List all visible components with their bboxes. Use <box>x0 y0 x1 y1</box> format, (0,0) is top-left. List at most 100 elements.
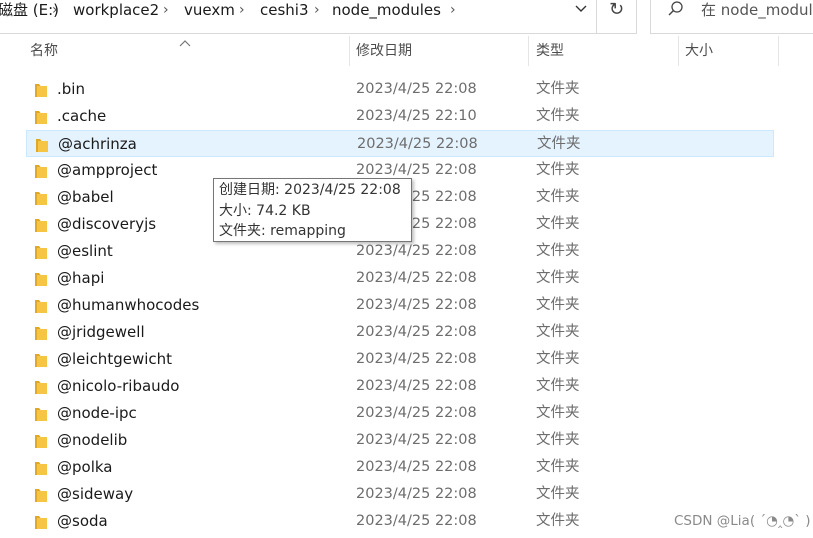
file-name: @discoveryjs <box>57 215 157 233</box>
column-divider[interactable] <box>528 36 529 66</box>
file-type: 文件夹 <box>536 297 580 313</box>
folder-icon <box>34 190 48 206</box>
folder-icon <box>34 325 48 341</box>
search-input[interactable]: 在 node_modul <box>650 0 813 34</box>
file-row[interactable]: @nicolo-ribaudo 2023/4/25 22:08 文件夹 <box>26 373 774 400</box>
file-row[interactable]: @node-ipc 2023/4/25 22:08 文件夹 <box>26 400 774 427</box>
file-name: @babel <box>57 188 114 206</box>
file-date: 2023/4/25 22:08 <box>356 459 477 475</box>
breadcrumb-separator-icon[interactable]: › <box>450 0 456 20</box>
file-name: @hapi <box>57 269 105 287</box>
sort-ascending-icon <box>178 34 192 47</box>
folder-tooltip: 创建日期: 2023/4/25 22:08 大小: 74.2 KB 文件夹: r… <box>213 178 412 242</box>
breadcrumb-drive[interactable]: 磁盘 (E:) <box>0 0 59 20</box>
folder-icon <box>34 433 48 449</box>
file-row[interactable]: @achrinza 2023/4/25 22:08 文件夹 <box>26 130 774 157</box>
breadcrumb-separator-icon[interactable]: › <box>52 0 58 20</box>
file-date: 2023/4/25 22:08 <box>356 351 477 367</box>
file-date: 2023/4/25 22:10 <box>356 108 477 124</box>
file-type: 文件夹 <box>537 136 581 152</box>
folder-icon <box>34 352 48 368</box>
refresh-icon: ↻ <box>608 0 625 20</box>
file-date: 2023/4/25 22:08 <box>356 432 477 448</box>
file-name: @soda <box>57 512 108 530</box>
breadcrumb-separator-icon[interactable]: › <box>314 0 320 20</box>
file-row[interactable]: @nodelib 2023/4/25 22:08 文件夹 <box>26 427 774 454</box>
file-type: 文件夹 <box>536 513 580 529</box>
column-divider[interactable] <box>349 36 350 66</box>
folder-icon <box>34 217 48 233</box>
file-row[interactable]: @sideway 2023/4/25 22:08 文件夹 <box>26 481 774 508</box>
search-icon <box>667 0 685 20</box>
folder-icon <box>34 514 48 530</box>
file-type: 文件夹 <box>536 189 580 205</box>
file-name: @nodelib <box>57 431 128 449</box>
refresh-button[interactable]: ↻ <box>597 0 637 34</box>
column-divider[interactable] <box>678 36 679 66</box>
file-row[interactable]: @soda 2023/4/25 22:08 文件夹 <box>26 508 774 535</box>
chevron-down-icon[interactable] <box>572 0 590 20</box>
file-date: 2023/4/25 22:08 <box>356 513 477 529</box>
file-row[interactable]: @eslint 2023/4/25 22:08 文件夹 <box>26 238 774 265</box>
folder-icon <box>34 163 48 179</box>
file-row[interactable]: @humanwhocodes 2023/4/25 22:08 文件夹 <box>26 292 774 319</box>
breadcrumb-workplace2[interactable]: workplace2 <box>73 0 159 20</box>
file-type: 文件夹 <box>536 162 580 178</box>
file-name: @achrinza <box>58 135 137 153</box>
folder-icon <box>34 379 48 395</box>
file-type: 文件夹 <box>536 486 580 502</box>
tooltip-created: 创建日期: 2023/4/25 22:08 <box>219 182 401 198</box>
tooltip-folders: 文件夹: remapping <box>219 223 346 239</box>
column-header-name[interactable]: 名称 <box>30 40 58 62</box>
file-type: 文件夹 <box>536 243 580 259</box>
file-name: @nicolo-ribaudo <box>57 377 180 395</box>
address-bar[interactable]: 磁盘 (E:) › workplace2 › vuexm › ceshi3 › … <box>0 0 597 34</box>
tooltip-size: 大小: 74.2 KB <box>219 202 311 219</box>
file-type: 文件夹 <box>536 216 580 232</box>
file-name: @leichtgewicht <box>57 350 173 368</box>
file-date: 2023/4/25 22:08 <box>356 378 477 394</box>
file-name: @polka <box>57 458 113 476</box>
file-name: @sideway <box>57 485 134 503</box>
folder-icon <box>34 487 48 503</box>
column-header-type[interactable]: 类型 <box>536 40 564 62</box>
folder-icon <box>35 137 49 153</box>
column-header-date[interactable]: 修改日期 <box>356 40 412 62</box>
file-date: 2023/4/25 22:08 <box>356 405 477 421</box>
file-date: 2023/4/25 22:08 <box>356 486 477 502</box>
file-row[interactable]: .cache 2023/4/25 22:10 文件夹 <box>26 103 774 130</box>
file-row[interactable]: @jridgewell 2023/4/25 22:08 文件夹 <box>26 319 774 346</box>
file-name: .bin <box>57 80 85 98</box>
file-name: @node-ipc <box>57 404 137 422</box>
folder-icon <box>34 298 48 314</box>
breadcrumb-separator-icon[interactable]: › <box>239 0 245 20</box>
file-date: 2023/4/25 22:08 <box>357 136 478 152</box>
file-type: 文件夹 <box>536 459 580 475</box>
folder-icon <box>34 271 48 287</box>
file-row[interactable]: @polka 2023/4/25 22:08 文件夹 <box>26 454 774 481</box>
breadcrumb-ceshi3[interactable]: ceshi3 <box>260 0 309 20</box>
file-type: 文件夹 <box>536 324 580 340</box>
file-date: 2023/4/25 22:08 <box>356 81 477 97</box>
breadcrumb-vuexm[interactable]: vuexm <box>184 0 235 20</box>
column-divider[interactable] <box>778 36 779 66</box>
file-date: 2023/4/25 22:08 <box>356 297 477 313</box>
file-row[interactable]: @leichtgewicht 2023/4/25 22:08 文件夹 <box>26 346 774 373</box>
breadcrumb-separator-icon[interactable]: › <box>163 0 169 20</box>
file-date: 2023/4/25 22:08 <box>356 324 477 340</box>
file-row[interactable]: @hapi 2023/4/25 22:08 文件夹 <box>26 265 774 292</box>
search-placeholder: 在 node_modul <box>701 1 813 19</box>
folder-icon <box>34 82 48 98</box>
file-name: @jridgewell <box>57 323 145 341</box>
column-header-size[interactable]: 大小 <box>685 40 713 62</box>
file-name: .cache <box>57 107 107 125</box>
file-type: 文件夹 <box>536 378 580 394</box>
file-date: 2023/4/25 22:08 <box>356 243 477 259</box>
folder-icon <box>34 460 48 476</box>
breadcrumb-node-modules[interactable]: node_modules <box>332 0 441 20</box>
watermark: CSDN @Lia( ´◔‸◔` ) <box>674 513 811 529</box>
file-row[interactable]: .bin 2023/4/25 22:08 文件夹 <box>26 76 774 103</box>
file-type: 文件夹 <box>536 432 580 448</box>
file-name: @eslint <box>57 242 113 260</box>
file-type: 文件夹 <box>536 270 580 286</box>
